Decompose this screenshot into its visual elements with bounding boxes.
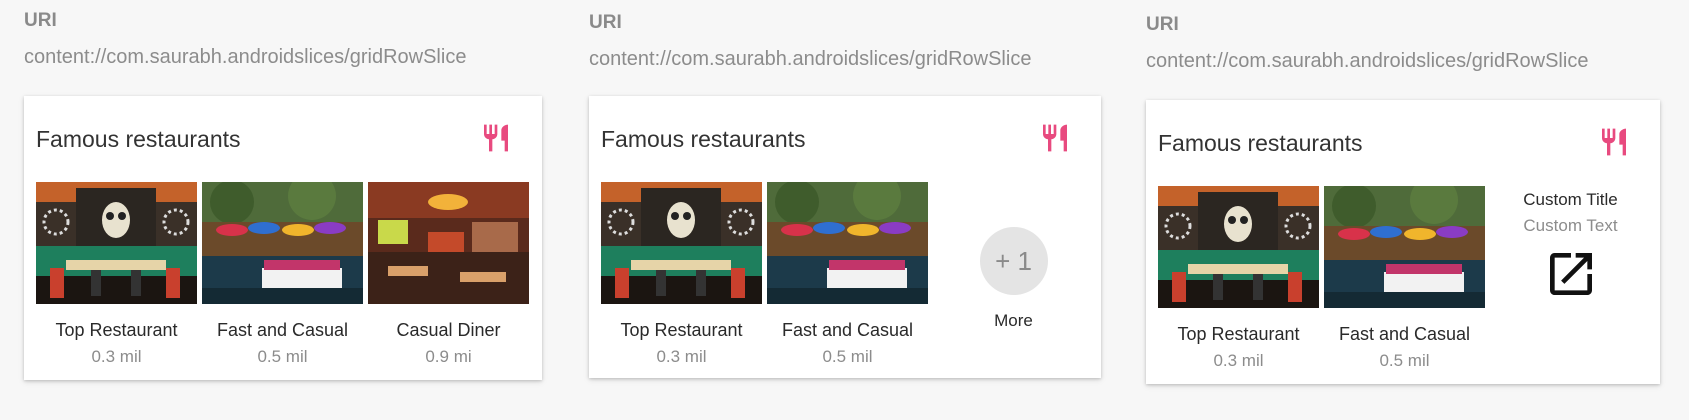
item-title: Fast and Casual	[781, 320, 914, 340]
uri-label: URI	[24, 10, 57, 31]
open-in-new-icon[interactable]	[1543, 246, 1599, 302]
restaurant-thumbnail	[767, 182, 928, 304]
grid-item-fast-and-casual[interactable]: Fast and Casual 0.5 mil	[1324, 186, 1485, 371]
item-title: Top Restaurant	[1177, 324, 1300, 344]
grid-item-more[interactable]: + 1 More	[933, 182, 1094, 331]
item-subtitle: 0.3 mil	[656, 347, 707, 366]
item-title: Casual Diner	[396, 320, 501, 340]
slice-card[interactable]: Famous restaurants Top Restaurant 0.3 mi…	[1146, 100, 1660, 384]
item-subtitle: 0.5 mil	[822, 347, 873, 366]
item-title: Top Restaurant	[620, 320, 743, 340]
restaurant-thumbnail	[36, 182, 197, 304]
restaurant-thumbnail	[1158, 186, 1319, 308]
item-title: Fast and Casual	[216, 320, 349, 340]
grid-item-casual-diner[interactable]: Casual Diner 0.9 mi	[368, 182, 529, 367]
item-subtitle: 0.5 mil	[1379, 351, 1430, 370]
restaurant-icon	[1043, 124, 1067, 152]
restaurant-thumbnail	[601, 182, 762, 304]
slice-panel-1: URI content://com.saurabh.androidslices/…	[24, 10, 544, 380]
more-label: More	[994, 311, 1033, 330]
uri-value: content://com.saurabh.androidslices/grid…	[589, 48, 1032, 70]
restaurant-icon	[484, 124, 508, 152]
restaurant-icon	[1602, 128, 1626, 156]
grid-item-custom[interactable]: Custom Title Custom Text	[1490, 186, 1651, 302]
item-subtitle: 0.9 mi	[425, 347, 472, 366]
item-subtitle: 0.5 mil	[257, 347, 308, 366]
item-subtitle: 0.3 mil	[91, 347, 142, 366]
uri-label: URI	[1146, 14, 1179, 35]
slice-card[interactable]: Famous restaurants Top Restaurant 0.3 mi…	[24, 96, 542, 380]
custom-title: Custom Title	[1523, 190, 1618, 209]
restaurant-thumbnail	[368, 182, 529, 304]
item-subtitle: 0.3 mil	[1213, 351, 1264, 370]
item-title: Fast and Casual	[1338, 324, 1471, 344]
slice-panel-2: URI content://com.saurabh.androidslices/…	[589, 12, 1109, 378]
custom-text: Custom Text	[1523, 216, 1618, 235]
grid-item-fast-and-casual[interactable]: Fast and Casual 0.5 mil	[202, 182, 363, 367]
card-title: Famous restaurants	[36, 126, 241, 152]
grid-item-fast-and-casual[interactable]: Fast and Casual 0.5 mil	[767, 182, 928, 367]
uri-value: content://com.saurabh.androidslices/grid…	[24, 46, 467, 68]
slice-panel-3: URI content://com.saurabh.androidslices/…	[1146, 14, 1666, 384]
more-count-badge: + 1	[979, 227, 1048, 295]
item-title: Top Restaurant	[55, 320, 178, 340]
card-title: Famous restaurants	[601, 126, 806, 152]
restaurant-thumbnail	[1324, 186, 1485, 308]
grid-item-top-restaurant[interactable]: Top Restaurant 0.3 mil	[36, 182, 197, 367]
slice-card[interactable]: Famous restaurants Top Restaurant 0.3 mi…	[589, 96, 1101, 378]
uri-value: content://com.saurabh.androidslices/grid…	[1146, 50, 1589, 72]
restaurant-thumbnail	[202, 182, 363, 304]
grid-item-top-restaurant[interactable]: Top Restaurant 0.3 mil	[601, 182, 762, 367]
grid-item-top-restaurant[interactable]: Top Restaurant 0.3 mil	[1158, 186, 1319, 371]
uri-label: URI	[589, 12, 622, 33]
card-title: Famous restaurants	[1158, 130, 1363, 156]
